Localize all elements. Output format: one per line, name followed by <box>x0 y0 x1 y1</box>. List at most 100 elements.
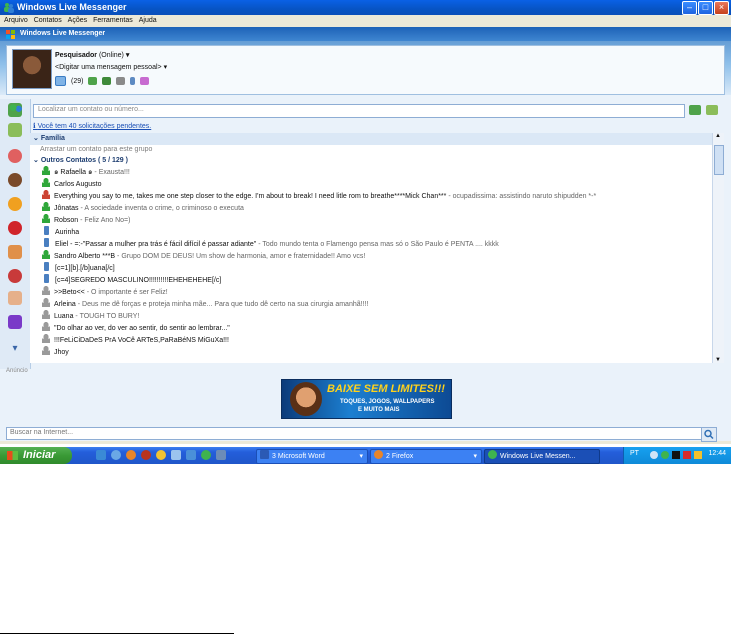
word-icon <box>260 450 269 459</box>
contact-message: Deus me dê forças e proteja minha mãe...… <box>82 301 369 308</box>
taskbar: Iniciar 3 Microsoft Word ▾ 2 Firefox ▾ W… <box>0 447 731 464</box>
offline-status-icon <box>42 334 50 343</box>
chevron-down-icon: ⌄ <box>33 157 39 164</box>
contact-row[interactable]: >>Beto<< - O importante é ser Feliz! <box>42 286 168 297</box>
scroll-thumb[interactable] <box>714 145 724 175</box>
offline-status-icon <box>42 286 50 295</box>
scroll-up-arrow[interactable]: ▲ <box>715 133 721 139</box>
messenger-quicklaunch-icon[interactable] <box>201 450 211 460</box>
quicklaunch-icon-9[interactable] <box>216 450 226 460</box>
start-button[interactable]: Iniciar <box>0 447 72 464</box>
left-tab-bar: ▾ <box>0 99 31 369</box>
profile-name-line[interactable]: Pesquisador (Online) ▾ <box>55 51 129 59</box>
contact-row[interactable]: [c=4]SEGREDO MASCULINO!!!!!!!!!!EHEHEHEH… <box>42 274 221 285</box>
tray-icon-5[interactable] <box>694 451 702 459</box>
sort-contacts-icon[interactable] <box>706 105 718 115</box>
title-bar[interactable]: Windows Live Messenger ‒ □ × <box>0 0 731 15</box>
scroll-down-arrow[interactable]: ▼ <box>715 357 721 363</box>
system-tray: PT 12:44 <box>623 447 731 464</box>
phone-icon[interactable] <box>130 77 136 85</box>
quicklaunch-icon-5[interactable] <box>156 450 166 460</box>
mail-icon[interactable] <box>55 76 66 86</box>
chevron-down-icon[interactable]: ▾ <box>126 52 130 59</box>
contact-row[interactable]: Jhoy <box>42 346 69 357</box>
spaces-icon[interactable] <box>88 77 98 85</box>
contact-row[interactable]: Eliel - =:-"Passar a mulher pra trás é f… <box>42 238 499 249</box>
close-button[interactable]: × <box>714 1 729 15</box>
pending-requests-link[interactable]: ℹ Você tem 40 solicitações pendentes. <box>33 122 151 130</box>
group-outros[interactable]: ⌄ Outros Contatos ( 5 / 129 ) <box>33 155 128 166</box>
games-icon[interactable] <box>102 77 112 85</box>
quicklaunch-icon-6[interactable] <box>171 450 181 460</box>
contact-row[interactable]: Carlos Augusto <box>42 178 101 189</box>
paint-icon[interactable] <box>140 77 150 85</box>
contact-row[interactable]: Sandro Alberto ***B - Grupo DOM DE DEUS!… <box>42 250 365 261</box>
search-icon[interactable] <box>701 427 717 442</box>
tray-icon-2[interactable] <box>661 451 669 459</box>
mail-count[interactable]: (29) <box>71 78 83 85</box>
profile-toolbar: (29) <box>55 76 150 86</box>
contact-row[interactable]: Robson - Feliz Ano No=) <box>42 214 130 225</box>
taskbar-messenger-label: Windows Live Messen... <box>500 453 576 460</box>
minimize-button[interactable]: ‒ <box>682 1 697 15</box>
taskbar-button-messenger[interactable]: Windows Live Messen... <box>484 449 600 464</box>
offline-status-icon <box>42 298 50 307</box>
menu-ferramentas[interactable]: Ferramentas <box>93 15 133 27</box>
maximize-button[interactable]: □ <box>698 1 713 15</box>
tv-icon[interactable] <box>116 77 126 85</box>
online-status-icon <box>42 202 50 211</box>
coca-cola-tab-icon[interactable] <box>8 221 22 235</box>
contact-row[interactable]: [c=1][b].[/b]uana[/c] <box>42 262 115 273</box>
firefox-icon[interactable] <box>126 450 136 460</box>
tab-icon-6[interactable] <box>8 245 22 259</box>
tab-icon-4[interactable] <box>8 197 22 211</box>
internet-search-input[interactable]: Buscar na Internet... <box>6 427 708 440</box>
tab-icon-3[interactable] <box>8 173 22 187</box>
contact-row[interactable]: Luana - TOUGH TO BURY! <box>42 310 139 321</box>
tray-icon-1[interactable] <box>650 451 658 459</box>
tab-icon-2[interactable] <box>8 149 22 163</box>
tab-icon-7[interactable] <box>8 269 22 283</box>
tab-icon-1[interactable] <box>8 123 22 137</box>
language-indicator[interactable]: PT <box>630 450 639 457</box>
contact-row[interactable]: Arleina - Deus me dê forças e proteja mi… <box>42 298 368 309</box>
chevron-down-icon[interactable]: ▾ <box>8 343 22 357</box>
search-input[interactable]: Localizar um contato ou número... <box>33 104 685 118</box>
profile-status: (Online) <box>98 52 124 59</box>
taskbar-button-word[interactable]: 3 Microsoft Word ▾ <box>256 449 368 464</box>
menu-acoes[interactable]: Ações <box>68 15 87 27</box>
personal-message[interactable]: <Digitar uma mensagem pessoal> ▾ <box>55 63 167 71</box>
clock[interactable]: 12:44 <box>708 450 726 457</box>
ad-banner[interactable]: BAIXE SEM LIMITES!!! TOQUES, JOGOS, WALL… <box>281 379 452 419</box>
media-icon[interactable] <box>141 450 151 460</box>
show-desktop-icon[interactable] <box>96 450 106 460</box>
tray-icon-3[interactable] <box>672 451 680 459</box>
tab-icon-8[interactable] <box>8 291 22 305</box>
menu-contatos[interactable]: Contatos <box>34 15 62 27</box>
menu-ajuda[interactable]: Ajuda <box>139 15 157 27</box>
chevron-down-icon[interactable]: ▾ <box>164 64 168 71</box>
dance-tab-icon[interactable] <box>8 315 22 329</box>
quicklaunch-icon-7[interactable] <box>186 450 196 460</box>
group-familia[interactable]: ⌄ Família <box>33 133 65 144</box>
firefox-icon <box>374 450 383 459</box>
contact-row[interactable]: "Do olhar ao ver, do ver ao sentir, do s… <box>42 322 230 333</box>
contact-row[interactable]: Aurinha <box>42 226 79 237</box>
contact-row[interactable]: Everything you say to me, takes me one s… <box>42 190 596 201</box>
contact-row[interactable]: !!!FeLiCiDaDeS PrA VoCê ARTeS,PaRaBéNS M… <box>42 334 229 345</box>
ad-subline-1: TOQUES, JOGOS, WALLPAPERS <box>340 399 435 405</box>
add-contact-icon[interactable] <box>689 105 701 115</box>
avatar[interactable] <box>12 49 52 89</box>
tray-icon-4[interactable] <box>683 451 691 459</box>
contact-name: [c=1][b].[/b]uana[/c] <box>55 265 115 272</box>
taskbar-button-firefox[interactable]: 2 Firefox ▾ <box>370 449 482 464</box>
menu-arquivo[interactable]: Arquivo <box>4 15 28 27</box>
contact-list-scrollbar[interactable]: ▲ ▼ <box>712 133 724 363</box>
contact-row[interactable]: Jônatas - A sociedade inventa o crime, o… <box>42 202 244 213</box>
contacts-icon[interactable] <box>9 104 23 116</box>
internet-explorer-icon[interactable] <box>111 450 121 460</box>
contact-row[interactable]: ๑ Rafaella ๑ - Exausta!!! <box>42 166 130 177</box>
mobile-status-icon <box>44 226 49 235</box>
chevron-down-icon: ▾ <box>359 453 363 460</box>
online-status-icon <box>42 214 50 223</box>
